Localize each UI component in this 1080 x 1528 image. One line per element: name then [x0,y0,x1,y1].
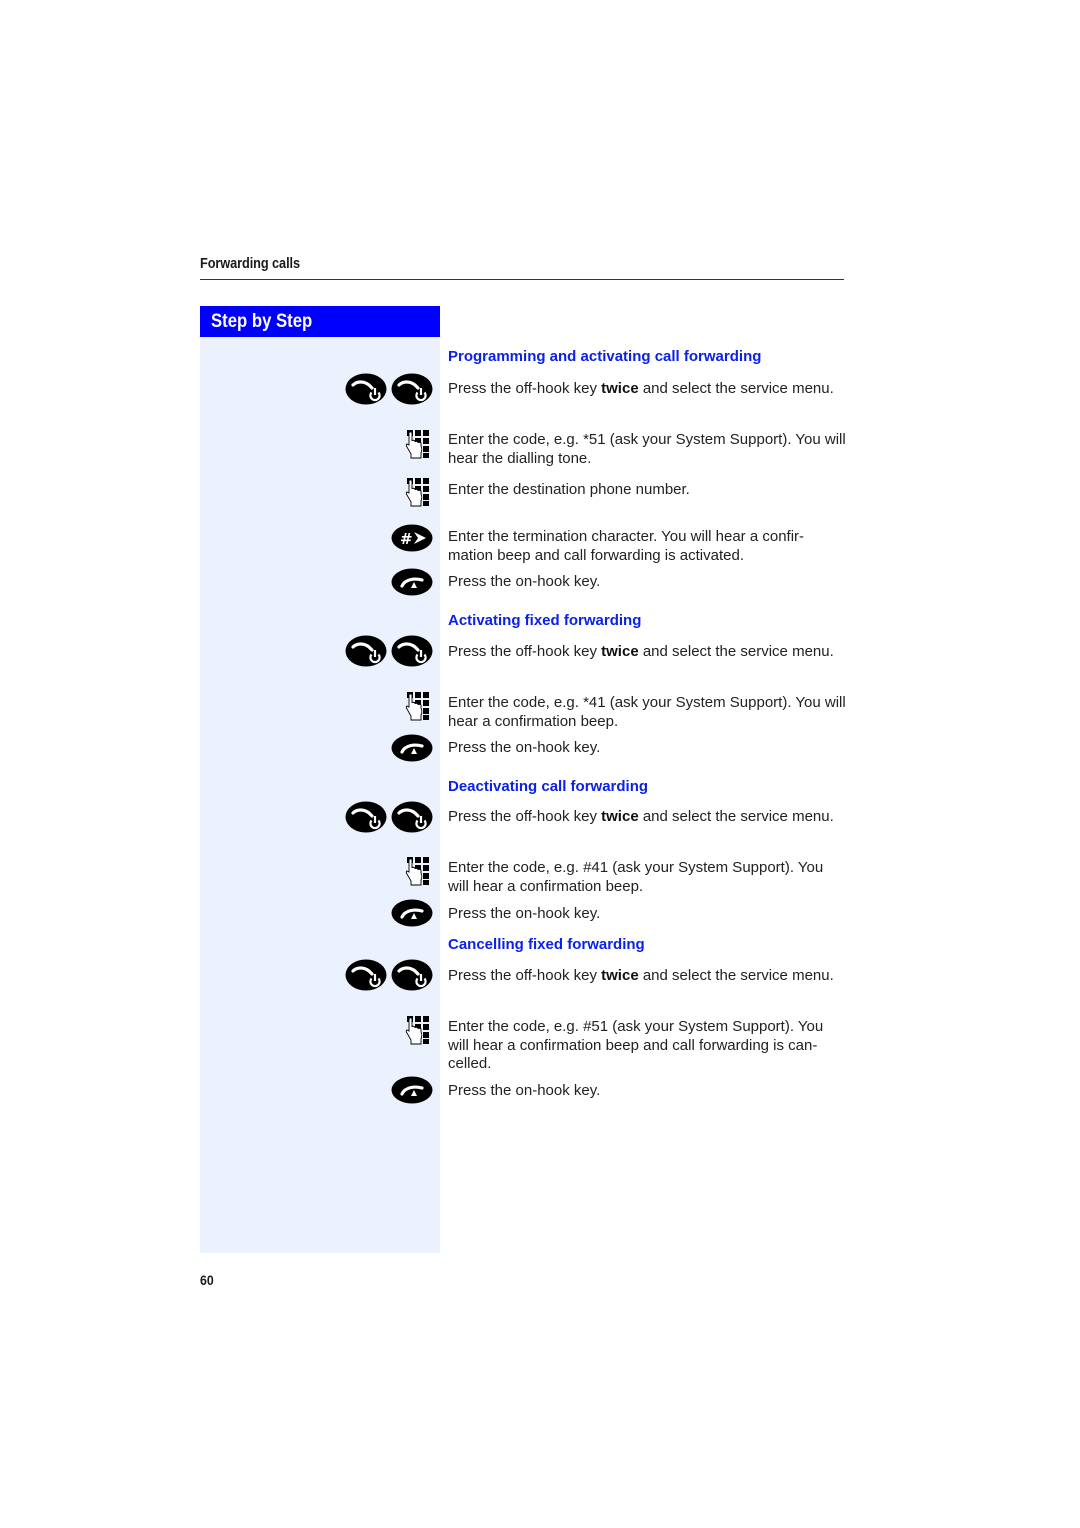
step-text: Press the off-hook key twice and select … [448,380,834,397]
heading-activating-fixed-forwarding: Activating fixed forwarding [448,612,642,629]
off-hook-key-icon [345,958,387,992]
keypad-icon [405,1015,431,1045]
section-title: Forwarding calls [200,256,300,272]
step-text: Press the off-hook key twice and select … [448,967,834,984]
off-hook-key-icon [345,800,387,834]
header-divider [200,279,844,280]
step-text: Press the on-hook key. [448,739,601,756]
heading-programming-call-forwarding: Programming and activating call forwardi… [448,348,762,365]
on-hook-key-icon [391,898,433,928]
off-hook-key-icon [391,958,433,992]
sidebar-title: Step by Step [211,311,313,332]
step-text: Enter the code, e.g. *51 (ask your Syste… [448,431,846,467]
hash-key-icon [391,523,433,553]
off-hook-key-icon [391,634,433,668]
heading-deactivating-call-forwarding: Deactivating call forwarding [448,778,649,795]
step-text: Press the off-hook key twice and select … [448,808,834,825]
step-text: Press the on-hook key. [448,573,601,590]
keypad-icon [405,691,431,721]
step-text: Press the off-hook key twice and select … [448,643,834,660]
step-text: Enter the destination phone number. [448,481,690,498]
off-hook-key-icon [345,372,387,406]
keypad-icon [405,429,431,459]
step-by-step-sidebar [200,337,440,1253]
step-text: Press the on-hook key. [448,905,601,922]
on-hook-key-icon [391,567,433,597]
off-hook-key-icon [391,372,433,406]
keypad-icon [405,856,431,886]
step-text: Enter the code, e.g. *41 (ask your Syste… [448,694,846,730]
step-text: Enter the termination character. You wil… [448,528,805,564]
step-text: Enter the code, e.g. #41 (ask your Syste… [448,859,824,895]
step-by-step-banner: Step by Step [200,306,440,337]
heading-cancelling-fixed-forwarding: Cancelling fixed forwarding [448,936,645,953]
on-hook-key-icon [391,1075,433,1105]
off-hook-key-icon [391,800,433,834]
step-text: Enter the code, e.g. #51 (ask your Syste… [448,1018,824,1072]
on-hook-key-icon [391,733,433,763]
page-number: 60 [200,1272,214,1288]
keypad-icon [405,477,431,507]
off-hook-key-icon [345,634,387,668]
step-text: Press the on-hook key. [448,1082,601,1099]
